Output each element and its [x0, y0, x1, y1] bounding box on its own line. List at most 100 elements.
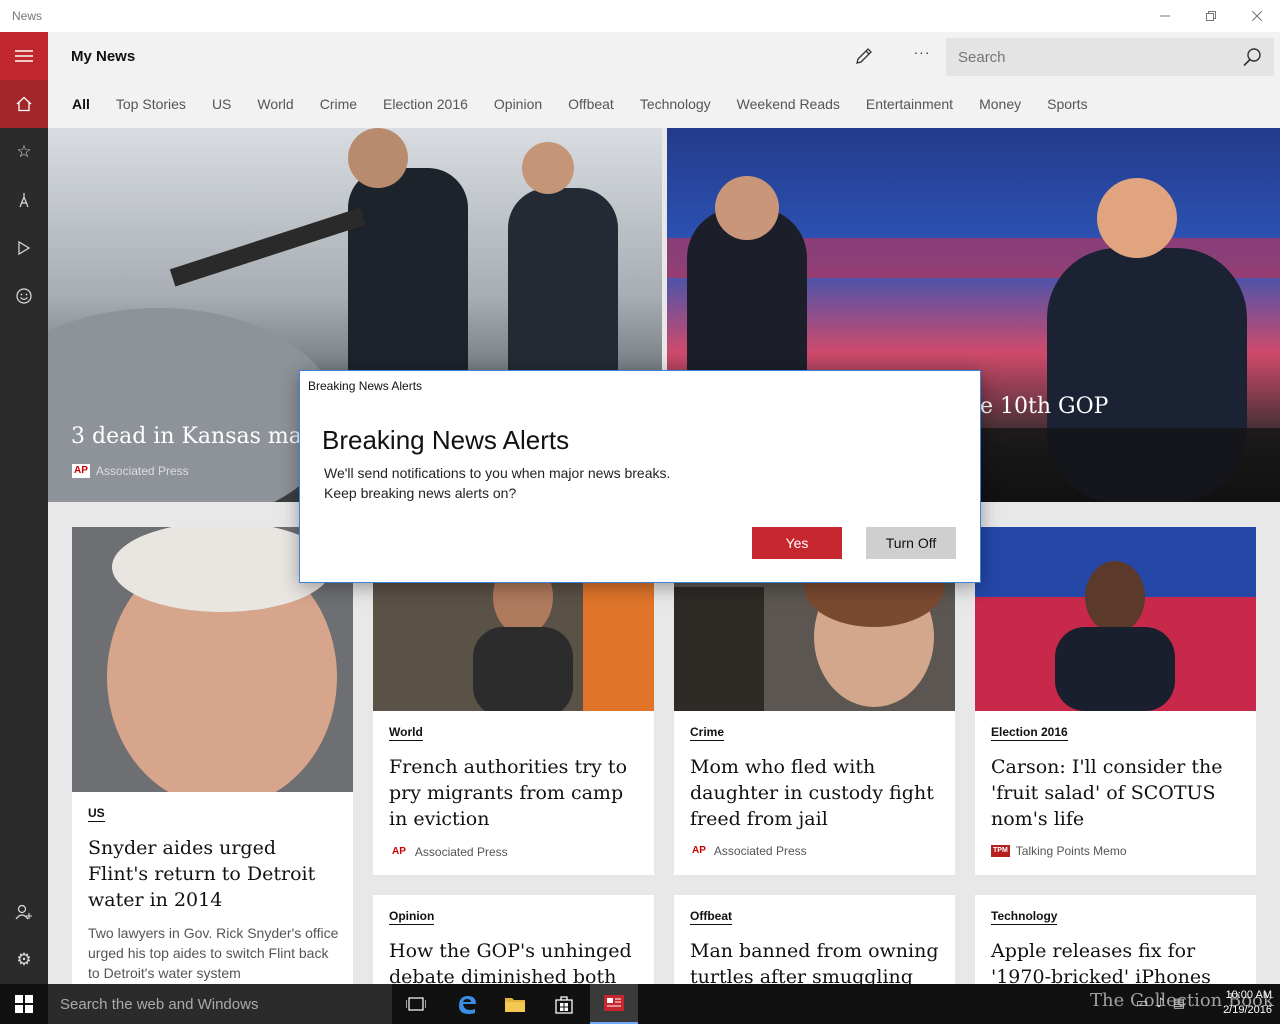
- story-card-us[interactable]: US Snyder aides urged Flint's return to …: [72, 527, 353, 984]
- ap-logo-icon: AP: [690, 844, 708, 858]
- story-category: World: [389, 725, 423, 741]
- tab-technology[interactable]: Technology: [640, 96, 711, 112]
- restore-icon: [1206, 11, 1216, 21]
- hero-source-name-1: Associated Press: [95, 464, 189, 478]
- hamburger-menu-button[interactable]: [0, 32, 48, 80]
- task-view-icon: [406, 997, 426, 1011]
- story-category: Election 2016: [991, 725, 1068, 741]
- story-source: AP Associated Press: [690, 844, 807, 858]
- sidebar-item-interests[interactable]: ☆: [0, 128, 48, 176]
- tab-election-2016[interactable]: Election 2016: [383, 96, 468, 112]
- sidebar-item-settings[interactable]: ⚙: [0, 936, 48, 984]
- search-input[interactable]: [958, 48, 1228, 66]
- ap-logo-icon: AP: [72, 464, 90, 478]
- story-title: Carson: I'll consider the 'fruit salad' …: [991, 756, 1223, 830]
- tab-us[interactable]: US: [212, 96, 231, 112]
- sidebar: ☆ ⚙: [0, 32, 48, 984]
- story-card-technology[interactable]: Technology Apple releases fix for '1970-…: [975, 895, 1256, 984]
- restore-button[interactable]: [1188, 0, 1234, 32]
- clock-date: 2/19/2016: [1223, 1004, 1272, 1016]
- local-icon: [19, 193, 29, 208]
- story-card-election-2016[interactable]: Election 2016 Carson: I'll consider the …: [975, 527, 1256, 875]
- favorites-icon: ☆: [16, 142, 32, 162]
- search-icon[interactable]: [1242, 47, 1262, 67]
- story-category: Offbeat: [690, 909, 732, 925]
- menu-icon: [15, 50, 33, 62]
- story-title: Mom who fled with daughter in custody fi…: [690, 756, 934, 830]
- home-icon: [16, 96, 32, 112]
- story-source-name: Associated Press: [414, 845, 508, 859]
- more-icon: ···: [913, 44, 931, 60]
- turn-off-button[interactable]: Turn Off: [866, 527, 956, 559]
- title-bar: News: [0, 0, 1280, 32]
- task-view-button[interactable]: [392, 984, 440, 1024]
- story-image-election: [975, 527, 1256, 711]
- story-card-opinion[interactable]: Opinion How the GOP's unhinged debate di…: [373, 895, 654, 984]
- story-title: Man banned from owning turtles after smu…: [690, 940, 939, 984]
- sidebar-item-local[interactable]: [0, 176, 48, 224]
- breaking-news-alerts-dialog: Breaking News Alerts Breaking News Alert…: [299, 370, 981, 583]
- page-title: My News: [71, 48, 136, 65]
- dialog-message-line-1: We'll send notifications to you when maj…: [324, 465, 671, 481]
- story-category: Opinion: [389, 909, 435, 925]
- tab-top-stories[interactable]: Top Stories: [116, 96, 186, 112]
- ap-logo-icon: AP: [389, 844, 409, 860]
- sidebar-item-video[interactable]: [0, 224, 48, 272]
- sidebar-item-home[interactable]: [0, 80, 48, 128]
- hero-source-1: AP Associated Press: [72, 464, 189, 478]
- store-taskbar-button[interactable]: [540, 984, 588, 1024]
- story-source-name: Associated Press: [713, 844, 807, 858]
- folder-icon: [505, 998, 525, 1012]
- yes-button[interactable]: Yes: [752, 527, 842, 559]
- taskbar-search[interactable]: Search the web and Windows: [48, 984, 392, 1024]
- sidebar-item-feedback[interactable]: [0, 272, 48, 320]
- hero-headline-1: 3 dead in Kansas mas: [71, 424, 314, 449]
- tab-offbeat[interactable]: Offbeat: [568, 96, 614, 112]
- more-options-button[interactable]: ···: [906, 44, 938, 68]
- news-icon: [604, 995, 624, 1011]
- story-category: Technology: [991, 909, 1058, 925]
- story-summary: Two lawyers in Gov. Rick Snyder's office…: [88, 925, 339, 981]
- story-category: Crime: [690, 725, 725, 741]
- minimize-icon: [1160, 15, 1170, 17]
- category-tabs: All Top Stories US World Crime Election …: [72, 96, 1114, 112]
- windows-logo-icon: [15, 995, 33, 1013]
- close-button[interactable]: [1234, 0, 1280, 32]
- tab-money[interactable]: Money: [979, 96, 1021, 112]
- search-box[interactable]: [946, 38, 1274, 76]
- story-title: Snyder aides urged Flint's return to Det…: [88, 837, 316, 911]
- emoji-icon: [16, 288, 32, 304]
- tab-world[interactable]: World: [257, 96, 293, 112]
- video-icon: [18, 241, 31, 255]
- app-title: News: [12, 9, 43, 23]
- account-icon: [15, 904, 32, 920]
- dialog-window-title: Breaking News Alerts: [308, 379, 423, 393]
- tab-opinion[interactable]: Opinion: [494, 96, 542, 112]
- clock[interactable]: 10:00 AM 2/19/2016: [1223, 988, 1272, 1018]
- file-explorer-taskbar-button[interactable]: [491, 984, 539, 1024]
- tab-sports[interactable]: Sports: [1047, 96, 1087, 112]
- minimize-button[interactable]: [1142, 0, 1188, 32]
- story-card-offbeat[interactable]: Offbeat Man banned from owning turtles a…: [674, 895, 955, 984]
- story-source: TPM Talking Points Memo: [991, 844, 1127, 858]
- edit-button[interactable]: [848, 44, 880, 68]
- tab-entertainment[interactable]: Entertainment: [866, 96, 953, 112]
- hero-headline-2: e 10th GOP: [980, 394, 1109, 419]
- app-header: My News ··· All Top Stories US World Cri…: [48, 32, 1280, 128]
- close-icon: [1252, 11, 1262, 21]
- store-icon: [555, 996, 573, 1014]
- news-taskbar-button[interactable]: [590, 984, 638, 1024]
- tab-crime[interactable]: Crime: [320, 96, 357, 112]
- edge-taskbar-button[interactable]: [443, 984, 491, 1024]
- tab-all[interactable]: All: [72, 96, 90, 112]
- sidebar-item-account[interactable]: [0, 888, 48, 936]
- dialog-message-line-2: Keep breaking news alerts on?: [324, 485, 517, 501]
- start-button[interactable]: [0, 984, 48, 1024]
- story-source-name: Talking Points Memo: [1015, 844, 1127, 858]
- tpm-logo-icon: TPM: [991, 845, 1010, 857]
- tab-weekend-reads[interactable]: Weekend Reads: [737, 96, 840, 112]
- dialog-heading: Breaking News Alerts: [322, 425, 570, 455]
- clock-time: 10:00 AM: [1225, 989, 1272, 1001]
- settings-icon: ⚙: [16, 950, 32, 970]
- taskbar: Search the web and Windows ▭♪▤ The Colle…: [0, 984, 1280, 1024]
